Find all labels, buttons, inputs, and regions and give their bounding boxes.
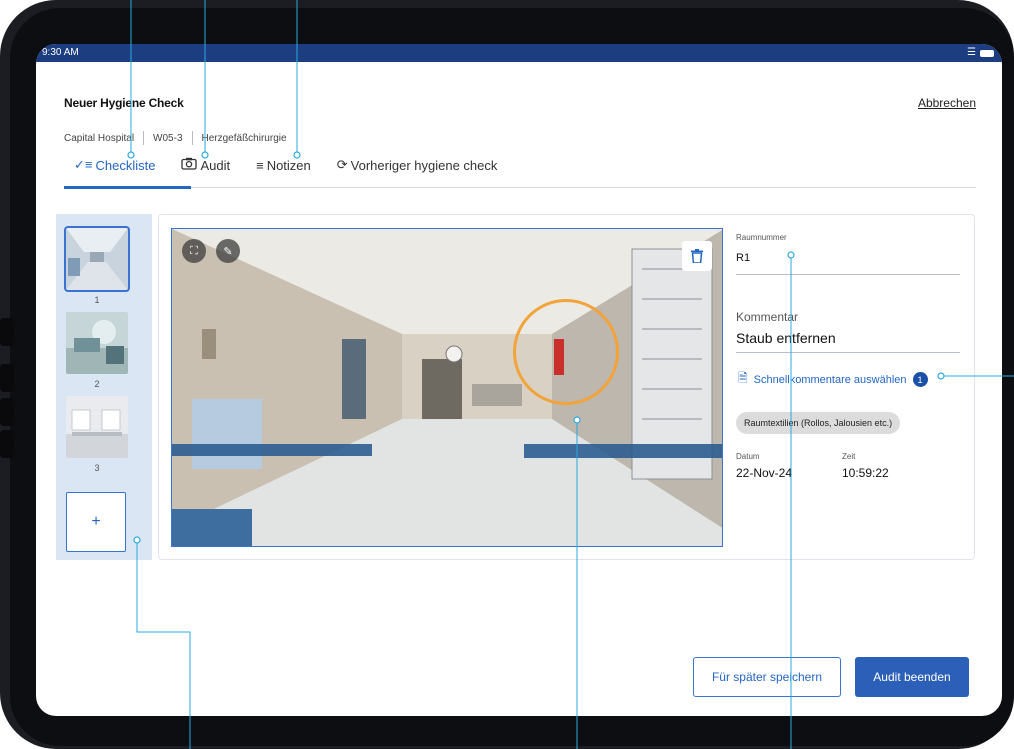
photo-thumbnail[interactable] <box>66 312 128 374</box>
add-photo-button[interactable]: + <box>66 492 126 552</box>
time-value: 10:59:22 <box>842 466 889 480</box>
tab-label: Vorheriger hygiene check <box>350 157 498 173</box>
photo-thumbnail-panel: 1 2 3 + <box>56 214 152 560</box>
time-label: Zeit <box>842 452 856 461</box>
checklist-icon: ✓≡ <box>74 157 93 172</box>
quick-comments-count-badge: 1 <box>912 372 928 387</box>
side-button <box>0 430 14 458</box>
pencil-icon[interactable]: ✎ <box>216 239 240 263</box>
active-tab-indicator <box>64 186 191 189</box>
note-add-icon: 🗎 <box>738 371 748 385</box>
save-later-button[interactable]: Für später speichern <box>693 657 841 697</box>
side-button <box>0 318 14 346</box>
breadcrumb-hospital: Capital Hospital <box>64 132 135 144</box>
breadcrumb-ward: W05-3 <box>153 132 183 144</box>
photo-thumbnail[interactable] <box>66 396 128 458</box>
room-number-underline <box>736 274 960 275</box>
tab-notizen[interactable]: ≡ Notizen <box>256 158 311 179</box>
comment-label: Kommentar <box>736 310 799 324</box>
room-number-field[interactable]: R1 <box>736 252 750 264</box>
fullscreen-icon[interactable]: ⛶ <box>182 239 206 263</box>
tab-checkliste[interactable]: ✓≡ Checkliste <box>74 157 155 179</box>
page-title: Neuer Hygiene Check <box>64 96 184 110</box>
tab-audit[interactable]: Audit <box>181 157 230 179</box>
finish-audit-button[interactable]: Audit beenden <box>855 657 969 697</box>
room-number-label: Raumnummer <box>736 233 787 242</box>
tab-label: Audit <box>200 157 231 173</box>
quick-comments-label: Schnellkommentare auswählen <box>753 373 907 386</box>
photo-thumbnail[interactable] <box>64 226 130 292</box>
thumbnail-number: 2 <box>94 379 100 389</box>
trash-icon <box>691 249 703 263</box>
quick-comments-button[interactable]: 🗎 Schnellkommentare auswählen 1 <box>738 369 928 390</box>
comment-underline <box>736 352 960 353</box>
thumbnail-number: 1 <box>94 295 100 305</box>
main-photo[interactable]: ⛶ ✎ <box>171 228 723 547</box>
app-screen: 9:30 AM ☰ Neuer Hygiene Check Abbrechen … <box>36 44 1002 716</box>
camera-icon <box>181 157 198 173</box>
comment-field[interactable]: Staub entfernen <box>736 330 836 346</box>
wifi-icon: ☰ <box>967 47 976 58</box>
breadcrumb: Capital Hospital W05-3 Herzgefäßchirurgi… <box>64 131 287 145</box>
history-icon: ⟳ <box>336 157 348 172</box>
comment-tag-chip[interactable]: Raumtextilien (Rollos, Jalousien etc.) <box>736 412 901 434</box>
side-button <box>0 398 14 426</box>
breadcrumb-department: Herzgefäßchirurgie <box>201 132 287 144</box>
delete-photo-button[interactable] <box>682 241 712 271</box>
date-value: 22-Nov-24 <box>736 466 793 480</box>
breadcrumb-divider <box>191 131 193 145</box>
highlight-marker[interactable] <box>513 299 619 405</box>
date-label: Datum <box>736 452 760 461</box>
cancel-link[interactable]: Abbrechen <box>918 96 976 110</box>
notes-icon: ≡ <box>256 157 264 173</box>
status-time: 9:30 AM <box>42 47 79 58</box>
tab-divider <box>64 187 976 188</box>
battery-icon <box>980 49 994 57</box>
tab-label: Checkliste <box>95 157 156 173</box>
thumbnail-number: 3 <box>94 463 100 473</box>
tab-label: Notizen <box>266 157 311 173</box>
tab-bar: ✓≡ Checkliste Audit ≡ Notizen ⟳ Vorherig… <box>74 157 523 179</box>
breadcrumb-divider <box>143 131 145 145</box>
tab-previous-check[interactable]: ⟳ Vorheriger hygiene check <box>337 157 498 179</box>
side-button <box>0 364 14 392</box>
status-bar: 9:30 AM ☰ <box>36 44 1002 62</box>
corridor-photo <box>172 229 722 546</box>
